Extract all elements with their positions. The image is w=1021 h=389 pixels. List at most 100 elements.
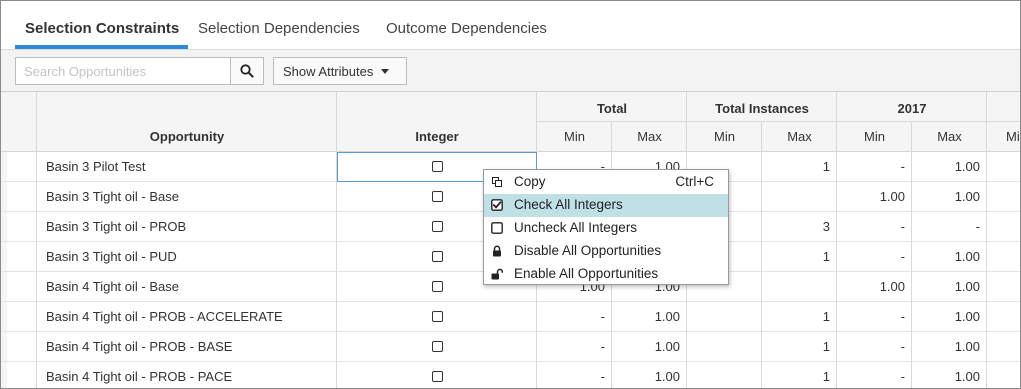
value-cell-y-max[interactable]: 1.00 <box>912 362 987 388</box>
row-handle <box>1 332 7 361</box>
opportunity-name-cell: Basin 4 Tight oil - PROB - BASE <box>46 339 233 354</box>
integer-checkbox[interactable] <box>432 251 443 262</box>
body-divider <box>336 152 337 388</box>
value-cell-inst-max[interactable]: 1 <box>762 302 837 331</box>
value-cell-y-min[interactable]: - <box>837 302 912 331</box>
opportunity-name-cell: Basin 4 Tight oil - Base <box>46 279 179 294</box>
value-cell-inst-max[interactable]: 3 <box>762 212 837 241</box>
menu-item-label: Uncheck All Integers <box>514 220 638 235</box>
row-handle <box>1 242 7 271</box>
opportunity-name-cell: Basin 3 Pilot Test <box>46 159 146 174</box>
header-divider <box>761 121 762 152</box>
menu-item-check-all-integers[interactable]: Check All Integers <box>484 194 728 217</box>
column-header-total-min[interactable]: Min <box>537 129 612 144</box>
value-cell-y-max[interactable]: 1.00 <box>912 152 987 181</box>
value-cell-total-max[interactable]: 1.00 <box>612 362 687 388</box>
value-cell-total-min[interactable]: - <box>537 362 612 388</box>
header-divider <box>536 92 537 152</box>
tab-outcome-dependencies[interactable]: Outcome Dependencies <box>386 20 547 37</box>
value-cell-y-min[interactable]: 1.00 <box>837 182 912 211</box>
integer-checkbox[interactable] <box>432 221 443 232</box>
unchecked-box-icon <box>491 222 503 234</box>
column-header-opportunity[interactable]: Opportunity <box>37 129 337 144</box>
integer-checkbox[interactable] <box>432 281 443 292</box>
row-handle <box>1 362 7 388</box>
row-handle <box>1 302 7 331</box>
menu-item-label: Disable All Opportunities <box>514 243 662 258</box>
lock-icon <box>493 245 501 257</box>
value-cell-inst-max[interactable]: 1 <box>762 242 837 271</box>
search-button[interactable] <box>230 57 264 85</box>
caret-down-icon <box>381 68 390 74</box>
column-header-partial-min[interactable]: Mi <box>1006 129 1020 144</box>
row-handle <box>1 272 7 301</box>
column-header-total-max[interactable]: Max <box>612 129 687 144</box>
value-cell-y-min[interactable]: 1.00 <box>837 272 912 301</box>
body-divider <box>986 152 987 388</box>
value-cell-y-max[interactable]: 1.00 <box>912 182 987 211</box>
integer-checkbox[interactable] <box>432 341 443 352</box>
value-cell-total-min[interactable]: - <box>537 302 612 331</box>
table-row[interactable]: Basin 4 Tight oil - PROB - BASE -1.00 1-1.… <box>1 332 1020 362</box>
column-group-total-instances: Total Instances <box>715 101 809 116</box>
search-icon <box>240 64 254 78</box>
opportunity-name-cell: Basin 3 Tight oil - PUD <box>46 249 177 264</box>
app-frame: Selection Constraints Selection Dependen… <box>0 0 1021 389</box>
value-cell-y-max[interactable]: - <box>912 212 987 241</box>
column-header-2017-min[interactable]: Min <box>837 129 912 144</box>
integer-checkbox[interactable] <box>432 311 443 322</box>
context-menu: Copy Ctrl+C Check All Integers Uncheck A… <box>483 169 729 285</box>
column-header-instances-min[interactable]: Min <box>687 129 762 144</box>
integer-checkbox[interactable] <box>432 191 443 202</box>
value-cell-y-max[interactable]: 1.00 <box>912 242 987 271</box>
column-group-total: Total <box>596 101 628 116</box>
header-divider <box>36 92 37 152</box>
copy-icon <box>492 177 502 187</box>
menu-item-enable-all-opportunities[interactable]: Enable All Opportunities <box>484 263 728 286</box>
search-input[interactable] <box>15 57 230 85</box>
value-cell-y-max[interactable]: 1.00 <box>912 302 987 331</box>
opportunity-name-cell: Basin 3 Tight oil - PROB <box>46 219 187 234</box>
value-cell-inst-max[interactable] <box>762 182 837 211</box>
value-cell-inst-max[interactable]: 1 <box>762 152 837 181</box>
integer-checkbox[interactable] <box>432 371 443 382</box>
column-header-2017-max[interactable]: Max <box>912 129 987 144</box>
value-cell-total-max[interactable]: 1.00 <box>612 332 687 361</box>
header-divider <box>611 121 612 152</box>
column-header-integer[interactable]: Integer <box>337 129 537 144</box>
body-divider <box>836 152 837 388</box>
column-header-instances-max[interactable]: Max <box>762 129 837 144</box>
value-cell-inst-max[interactable]: 1 <box>762 362 837 388</box>
header-divider <box>537 121 1020 122</box>
header-divider <box>686 92 687 152</box>
integer-checkbox[interactable] <box>432 161 443 172</box>
value-cell-inst-min[interactable] <box>687 332 762 361</box>
value-cell-total-min[interactable]: - <box>537 332 612 361</box>
menu-item-label: Copy <box>514 174 546 189</box>
tab-selection-dependencies[interactable]: Selection Dependencies <box>198 20 360 37</box>
menu-item-copy[interactable]: Copy Ctrl+C <box>484 171 728 194</box>
value-cell-y-min[interactable]: - <box>837 212 912 241</box>
menu-item-disable-all-opportunities[interactable]: Disable All Opportunities <box>484 240 728 263</box>
value-cell-y-max[interactable]: 1.00 <box>912 332 987 361</box>
tab-selection-constraints[interactable]: Selection Constraints <box>25 20 179 37</box>
tab-bar: Selection Constraints Selection Dependen… <box>1 1 1020 50</box>
column-group-2017: 2017 <box>897 101 927 116</box>
header-divider <box>911 121 912 152</box>
value-cell-y-min[interactable]: - <box>837 332 912 361</box>
value-cell-inst-min[interactable] <box>687 302 762 331</box>
value-cell-total-max[interactable]: 1.00 <box>612 302 687 331</box>
value-cell-inst-min[interactable] <box>687 362 762 388</box>
value-cell-y-min[interactable]: - <box>837 242 912 271</box>
row-handle <box>1 212 7 241</box>
value-cell-y-max[interactable]: 1.00 <box>912 272 987 301</box>
value-cell-y-min[interactable]: - <box>837 152 912 181</box>
value-cell-inst-max[interactable]: 1 <box>762 332 837 361</box>
show-attributes-dropdown[interactable]: Show Attributes <box>273 57 407 85</box>
table-row[interactable]: Basin 4 Tight oil - PROB - PACE -1.00 1-1.… <box>1 362 1020 388</box>
value-cell-inst-max[interactable] <box>762 272 837 301</box>
table-row[interactable]: Basin 4 Tight oil - PROB - ACCELERATE -1.… <box>1 302 1020 332</box>
menu-item-shortcut: Ctrl+C <box>675 174 714 189</box>
menu-item-uncheck-all-integers[interactable]: Uncheck All Integers <box>484 217 728 240</box>
value-cell-y-min[interactable]: - <box>837 362 912 388</box>
